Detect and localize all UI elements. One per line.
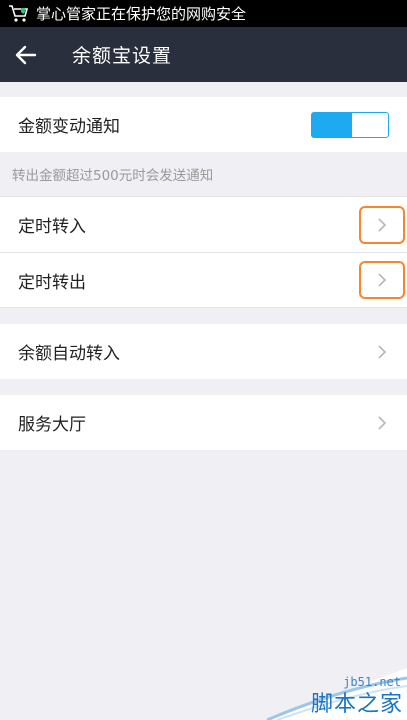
service-hall-label: 服务大厅: [18, 415, 86, 435]
notify-hint: 转出金额超过500元时会发送通知: [12, 168, 214, 184]
toggle-on-fill: [312, 112, 348, 137]
chevron-right-icon[interactable]: [375, 217, 389, 232]
highlight-box: [359, 205, 405, 244]
chevron-right-icon[interactable]: [375, 415, 389, 430]
notify-row: 金额变动通知: [0, 97, 407, 152]
chevron-right-icon[interactable]: [375, 273, 389, 287]
status-text: 掌心管家正在保护您的网购安全: [36, 5, 247, 23]
shopping-cart-shield-icon: [9, 4, 29, 22]
scheduled-transfer-in-label: 定时转入: [18, 217, 86, 237]
service-hall-row[interactable]: 服务大厅: [0, 395, 407, 450]
watermark-name: 脚本之家: [310, 692, 403, 717]
toggle-knob: [348, 112, 352, 137]
notify-label: 金额变动通知: [18, 117, 120, 137]
page-title: 余额宝设置: [72, 45, 173, 67]
auto-section: 余额自动转入: [0, 324, 407, 379]
auto-transfer-in-row[interactable]: 余额自动转入: [0, 324, 407, 379]
service-section: 服务大厅: [0, 395, 407, 450]
scheduled-transfer-in-row[interactable]: 定时转入: [0, 197, 407, 252]
schedule-section: 定时转入 定时转出: [0, 196, 407, 308]
title-bar: 余额宝设置: [0, 27, 407, 82]
scheduled-transfer-out-row[interactable]: 定时转出: [0, 252, 407, 307]
watermark: jb51.net 脚本之家: [267, 648, 407, 720]
status-bar: 掌心管家正在保护您的网购安全: [0, 0, 407, 27]
back-arrow-icon: [15, 45, 37, 64]
scheduled-transfer-out-label: 定时转出: [18, 272, 86, 293]
back-button[interactable]: [0, 27, 52, 82]
chevron-right-icon[interactable]: [375, 344, 389, 359]
highlight-box: [359, 261, 405, 299]
notify-toggle[interactable]: [311, 111, 389, 138]
auto-transfer-in-label: 余额自动转入: [18, 344, 120, 364]
notify-section: 金额变动通知: [0, 97, 407, 152]
